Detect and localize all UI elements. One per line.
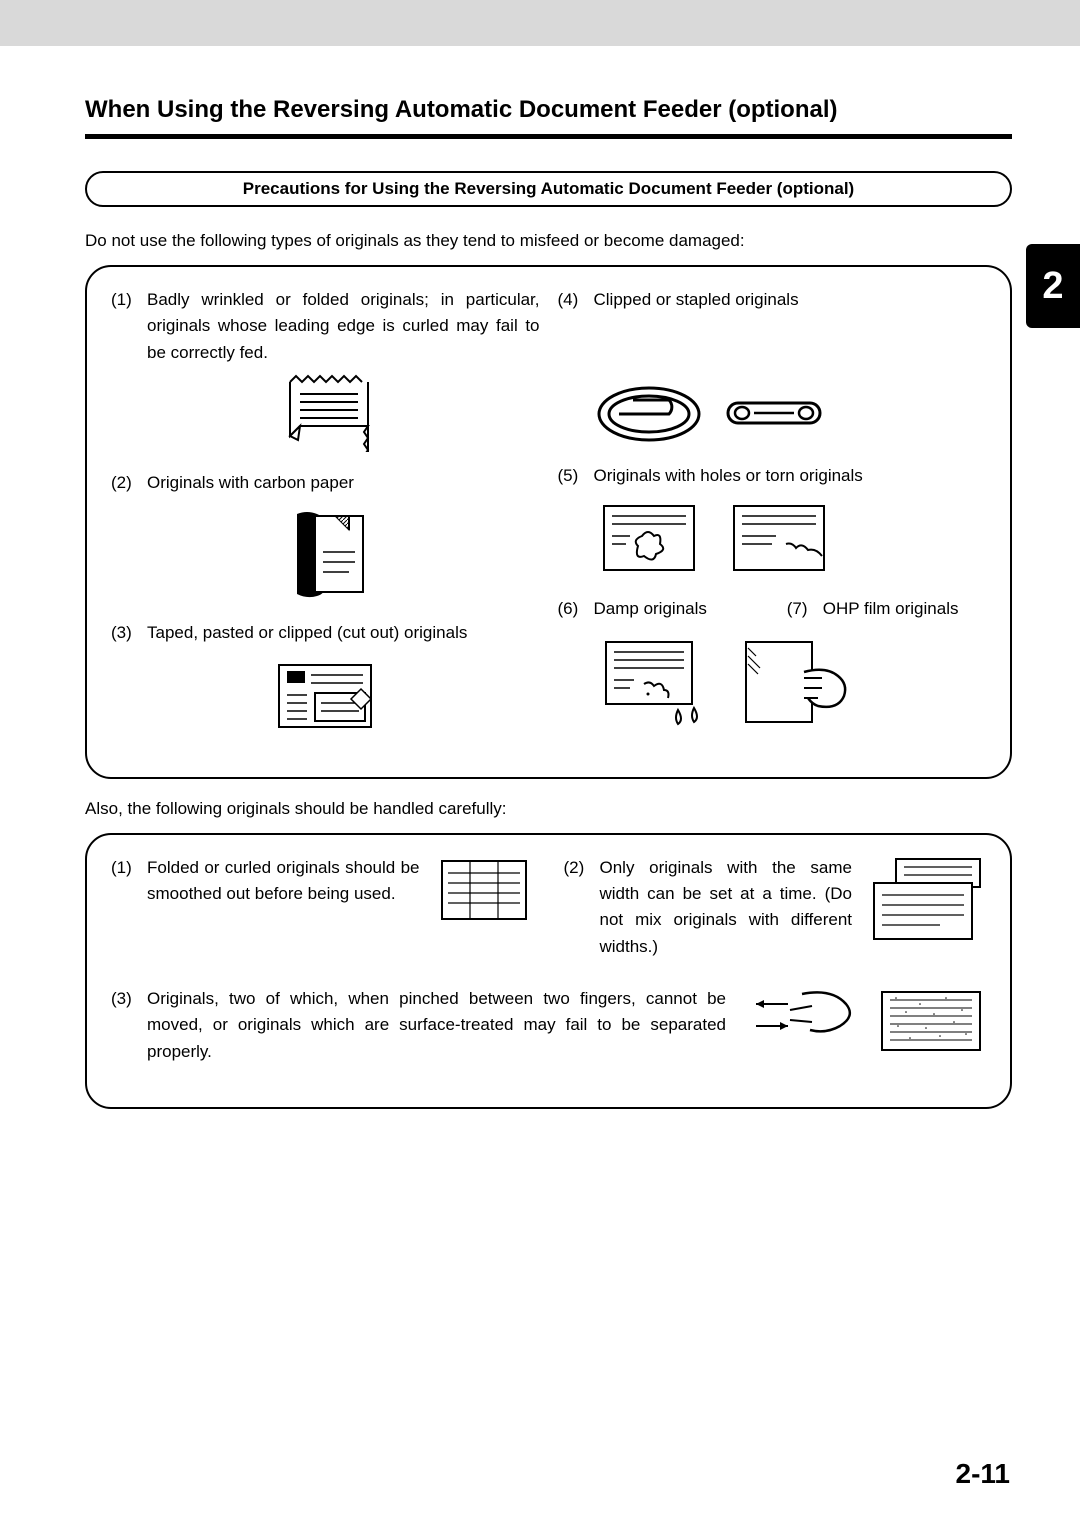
box1-right-col: (4) Clipped or stapled originals xyxy=(558,287,987,755)
item-number: (2) xyxy=(564,855,592,960)
box2-item-2: (2) Only originals with the same width c… xyxy=(564,855,987,966)
carbon-paper-icon xyxy=(275,504,375,602)
list-item: (7) OHP film originals xyxy=(787,596,986,622)
item-number: (5) xyxy=(558,463,586,489)
illustration-taped xyxy=(111,655,540,737)
page-number: 2-11 xyxy=(956,1458,1011,1490)
item-text: OHP film originals xyxy=(823,596,986,622)
intro-text-1: Do not use the following types of origin… xyxy=(85,231,1012,251)
title-rule xyxy=(85,134,1012,139)
box1-left-col: (1) Badly wrinkled or folded originals; … xyxy=(111,287,540,755)
list-item: (3) Originals, two of which, when pinche… xyxy=(111,986,726,1065)
folded-originals-icon xyxy=(434,855,534,925)
item-text: Badly wrinkled or folded originals; in p… xyxy=(147,287,540,366)
intro-text-2: Also, the following originals should be … xyxy=(85,799,1012,819)
item-number: (3) xyxy=(111,986,139,1065)
box2-item-3: (3) Originals, two of which, when pinche… xyxy=(111,986,986,1071)
precautions-box-2: (1) Folded or curled originals should be… xyxy=(85,833,1012,1109)
ohp-film-icon xyxy=(734,636,854,728)
item-text: Damp originals xyxy=(594,596,757,622)
wrinkled-paper-icon xyxy=(270,374,380,452)
taped-paper-icon xyxy=(265,655,385,737)
illustration-holes-torn xyxy=(594,498,987,578)
staple-icon xyxy=(724,397,824,429)
holes-paper-icon xyxy=(594,498,704,578)
item-number: (2) xyxy=(111,470,139,496)
section-pill: Precautions for Using the Reversing Auto… xyxy=(85,171,1012,207)
item-text: Clipped or stapled originals xyxy=(594,287,987,313)
item-number: (6) xyxy=(558,596,586,622)
item-number: (7) xyxy=(787,596,815,622)
list-item: (1) Folded or curled originals should be… xyxy=(111,855,420,960)
list-item: (4) Clipped or stapled originals xyxy=(558,287,987,313)
coated-paper-icon xyxy=(876,986,986,1056)
precautions-box-1: (1) Badly wrinkled or folded originals; … xyxy=(85,265,1012,779)
list-item: (2) Only originals with the same width c… xyxy=(564,855,853,960)
list-item: (3) Taped, pasted or clipped (cut out) o… xyxy=(111,620,540,646)
list-item: (2) Originals with carbon paper xyxy=(111,470,540,496)
item-text: Originals, two of which, when pinched be… xyxy=(147,986,726,1065)
item-number: (3) xyxy=(111,620,139,646)
item-text: Taped, pasted or clipped (cut out) origi… xyxy=(147,620,540,646)
paperclip-large-icon xyxy=(594,383,704,445)
item-text: Only originals with the same width can b… xyxy=(600,855,853,960)
illustration-clipped xyxy=(594,383,987,445)
list-item: (1) Badly wrinkled or folded originals; … xyxy=(111,287,540,366)
item-text: Originals with holes or torn originals xyxy=(594,463,987,489)
pinch-hand-icon xyxy=(746,986,856,1046)
illustration-carbon xyxy=(111,504,540,602)
mixed-width-icon xyxy=(866,855,986,943)
item-text: Folded or curled originals should be smo… xyxy=(147,855,420,960)
item-number: (4) xyxy=(558,287,586,313)
list-item: (6) Damp originals xyxy=(558,596,757,622)
illustration-wrinkled xyxy=(111,374,540,452)
chapter-tab: 2 xyxy=(1026,244,1080,328)
torn-paper-icon xyxy=(724,498,834,578)
damp-paper-icon xyxy=(594,636,714,728)
box2-item-1: (1) Folded or curled originals should be… xyxy=(111,855,534,966)
item-text: Originals with carbon paper xyxy=(147,470,540,496)
illustration-damp-ohp xyxy=(594,636,987,728)
item-number: (1) xyxy=(111,287,139,366)
list-item: (5) Originals with holes or torn origina… xyxy=(558,463,987,489)
manual-page: When Using the Reversing Automatic Docum… xyxy=(0,46,1080,1526)
item-number: (1) xyxy=(111,855,139,960)
page-title: When Using the Reversing Automatic Docum… xyxy=(85,96,1012,124)
